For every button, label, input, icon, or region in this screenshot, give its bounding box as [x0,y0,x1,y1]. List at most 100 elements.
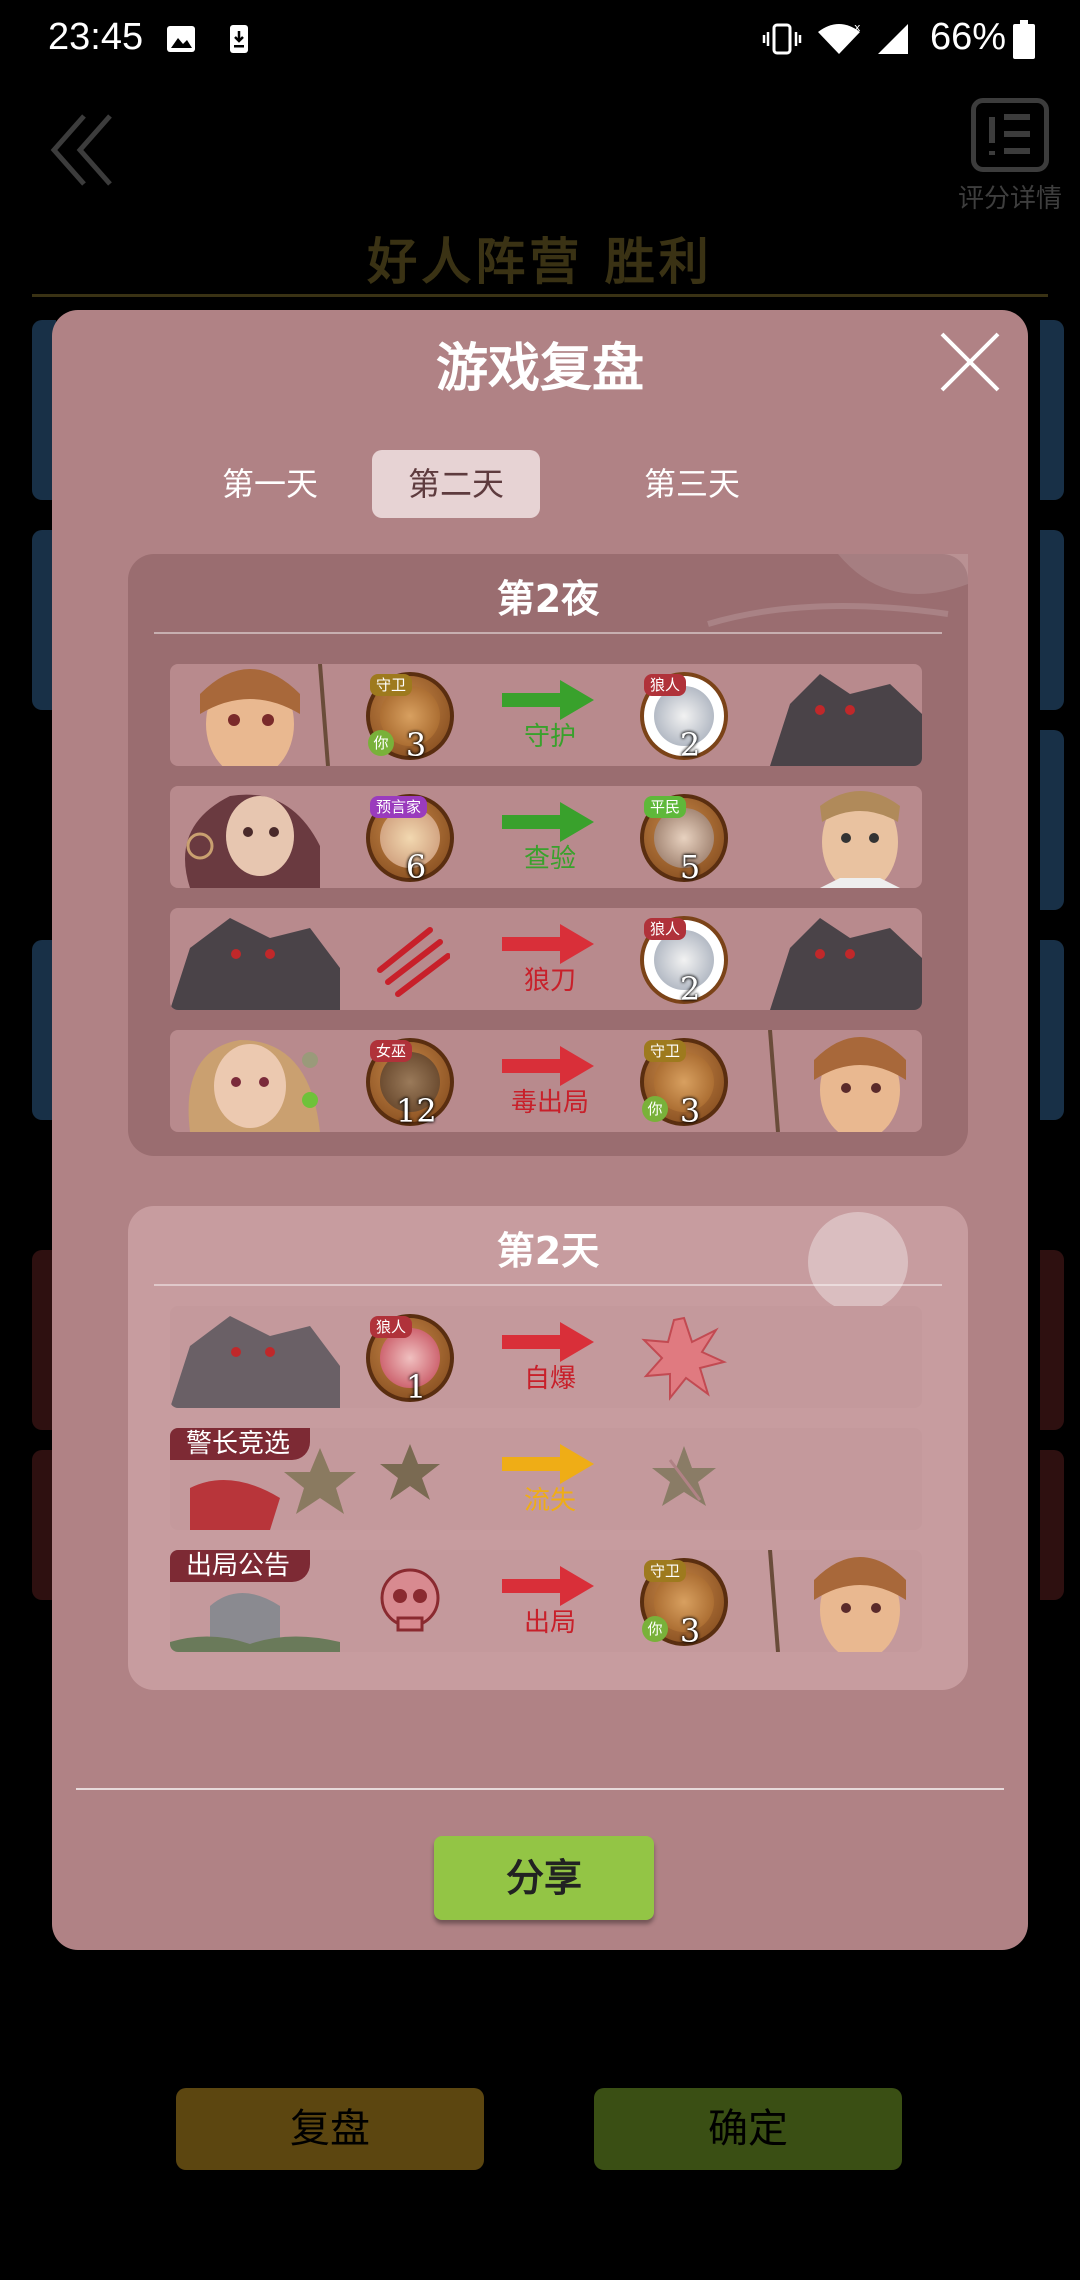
vibrate-icon [762,23,802,55]
witch-portrait [188,1040,320,1132]
night-row-seer: 预言家 6 查验 平民 5 [170,786,922,888]
night-divider [154,632,942,634]
action-label: 守护 [523,722,576,752]
witch-avatar[interactable]: 女巫 12 [366,1038,454,1130]
role-tag: 狼人 [644,918,687,940]
sheriff-badge-icon [190,1444,440,1530]
claw-icon [377,927,450,997]
seat-number: 5 [679,848,701,886]
tab-day-2[interactable]: 第二天 [372,450,540,518]
result-divider [32,294,1048,297]
battery-icon [1013,20,1035,59]
result-title: 好人阵营 胜利 [367,233,713,291]
skull-icon [380,1568,440,1632]
seat-number: 6 [405,848,427,886]
action-label: 流失 [523,1486,576,1516]
seat-number: 3 [679,1092,701,1130]
guard-avatar[interactable]: 守卫 你 3 [640,1558,728,1650]
wolf-avatar[interactable]: 狼人 2 [640,916,728,1008]
role-tag: 平民 [644,796,687,818]
seer-avatar[interactable]: 预言家 6 [366,794,454,886]
seat-number: 2 [679,970,701,1008]
image-icon [167,26,195,52]
bg-card-edge [1040,1250,1064,1430]
arrow-icon [502,1566,594,1606]
list-icon [971,98,1049,172]
status-time: 23:45 [48,16,144,58]
role-tag: 守卫 [644,1560,687,1582]
wolf-portrait [770,918,922,1010]
you-badge: 你 [368,730,394,756]
share-button[interactable]: 分享 [434,1836,654,1920]
seat-number: 1 [405,1368,427,1406]
you-badge: 你 [642,1616,668,1642]
role-tag: 狼人 [370,1316,413,1338]
night-row-wolf: 狼刀 狼人 2 [170,908,922,1010]
seat-number: 3 [405,726,427,764]
day-row-out: 出局公告 出局 守卫 你 3 [170,1550,922,1652]
guard-avatar[interactable]: 守卫 你 3 [366,672,454,764]
seat-number: 3 [679,1612,701,1650]
arrow-icon [502,1046,594,1086]
broken-badge-icon [652,1446,716,1506]
signal-icon [878,24,908,54]
role-tag: 狼人 [644,674,687,696]
guard-portrait [200,664,330,766]
day-tabs: 第一天 第二天 第三天 [52,450,1028,518]
seat-number: 12 [396,1092,437,1130]
night-row-witch: 女巫 12 毒出局 守卫 你 3 [170,1030,922,1132]
dialog-divider [76,1788,1004,1790]
night-title: 第2夜 [496,577,600,621]
role-tag: 守卫 [644,1040,687,1062]
close-icon[interactable] [934,326,1006,398]
dialog-title: 游戏复盘 [435,339,644,399]
action-label: 狼刀 [523,966,576,996]
villager-portrait [820,791,900,888]
arrow-icon [502,924,594,964]
wolf-portrait [170,1316,340,1408]
wolf-portrait [170,918,340,1010]
day-section: 第2天 狼人 1 自爆 警长竞选 流失 出局公告 出局 守卫 你 3 [128,1206,968,1690]
tab-day-3[interactable]: 第三天 [608,450,776,518]
svg-text:x: x [854,22,861,34]
bg-card-edge [1040,530,1064,710]
score-detail-label: 评分详情 [957,184,1062,214]
wolf-avatar[interactable]: 狼人 2 [640,672,728,764]
review-button[interactable]: 复盘 [176,2088,484,2170]
seat-number: 2 [679,726,701,764]
status-bar: 23:45 x 66% [0,0,1080,80]
tab-day-1[interactable]: 第一天 [186,450,354,518]
night-section: 第2夜 守卫 你 3 守护 狼人 2 预言家 6 查验 平民 5 狼刀 狼人 2… [128,554,968,1156]
day-row-sheriff: 警长竞选 流失 [170,1428,922,1530]
role-tag: 女巫 [370,1040,413,1062]
confirm-button[interactable]: 确定 [594,2088,902,2170]
seer-portrait [185,794,320,888]
you-badge: 你 [642,1096,668,1122]
guard-portrait [768,1550,906,1652]
arrow-icon [502,1322,594,1362]
guard-avatar[interactable]: 守卫 你 3 [640,1038,728,1130]
arrow-icon [502,680,594,720]
role-tag: 预言家 [370,796,428,818]
villager-avatar[interactable]: 平民 5 [640,794,728,886]
bg-card-edge [1040,730,1064,910]
bg-card-edge [1040,940,1064,1120]
bg-card-edge [1040,320,1064,500]
guard-portrait [768,1030,906,1132]
action-label: 出局 [523,1608,576,1638]
back-icon[interactable] [48,110,118,190]
day-divider [154,1284,942,1286]
wolf-portrait [770,674,922,766]
night-row-guard: 守卫 你 3 守护 狼人 2 [170,664,922,766]
wifi-icon: x [818,22,861,54]
download-icon [230,25,248,53]
bg-card-edge [1040,1450,1064,1600]
arrow-icon [502,802,594,842]
wolf-avatar[interactable]: 狼人 1 [366,1314,454,1406]
action-label: 毒出局 [510,1088,589,1118]
game-review-dialog: 游戏复盘 第一天 第二天 第三天 第2夜 守卫 你 3 守护 狼人 2 预言家 … [52,310,1028,1950]
role-tag: 守卫 [370,674,413,696]
score-detail-button[interactable]: 评分详情 [950,98,1070,214]
battery-percent: 66% [930,16,1007,58]
action-label: 查验 [523,844,576,874]
